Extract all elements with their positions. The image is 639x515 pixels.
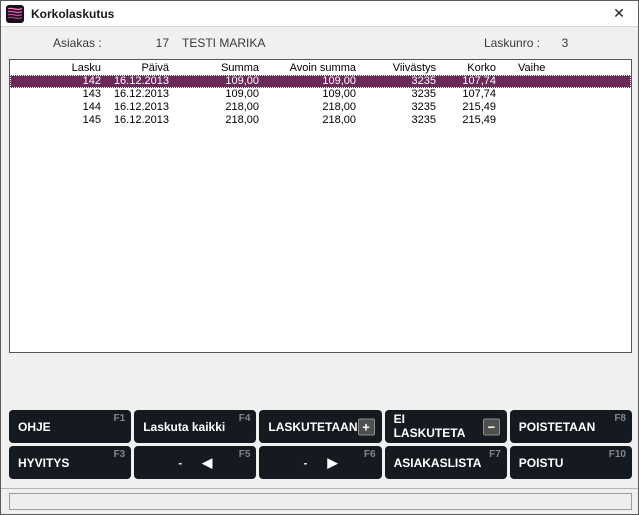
asiakas-label: Asiakas : (53, 36, 102, 50)
cell-lasku: 143 (10, 88, 105, 101)
left-arrow-icon: ◀ (202, 455, 212, 471)
fkey-label: F7 (489, 449, 501, 460)
ei-laskuteta-button[interactable]: EI LASKUTETA − (385, 410, 507, 443)
cell-avoin-summa: 218,00 (263, 114, 360, 127)
cell-lasku: 142 (10, 75, 105, 88)
right-arrow-icon: ▶ (327, 455, 337, 471)
cell-korko: 215,49 (440, 114, 500, 127)
cell-korko: 215,49 (440, 101, 500, 114)
fkey-label: F4 (239, 413, 251, 424)
cell-lasku: 144 (10, 101, 105, 114)
status-bar (9, 493, 632, 510)
button-label: EI LASKUTETA (394, 413, 472, 441)
col-korko: Korko (440, 61, 500, 75)
button-panel: OHJE F1 Laskuta kaikki F4 LASKUTETAAN + … (9, 410, 632, 479)
button-label: POISTU (519, 456, 564, 470)
fkey-label: F5 (239, 449, 251, 460)
cell-korko: 107,74 (440, 75, 500, 88)
ohje-button[interactable]: OHJE F1 (9, 410, 131, 443)
cell-paiva: 16.12.2013 (105, 88, 173, 101)
table-row[interactable]: 143 16.12.2013 109,00 109,00 3235 107,74 (10, 88, 631, 101)
table-row[interactable]: 144 16.12.2013 218,00 218,00 3235 215,49 (10, 101, 631, 114)
title-bar: Korkolaskutus ✕ (1, 1, 638, 27)
fkey-label: F8 (614, 413, 626, 424)
poistu-button[interactable]: POISTU F10 (510, 446, 632, 479)
next-button[interactable]: - ▶ F6 (259, 446, 381, 479)
cell-viivastys: 3235 (360, 75, 440, 88)
cell-summa: 218,00 (173, 101, 263, 114)
cell-korko: 107,74 (440, 88, 500, 101)
laskuta-kaikki-button[interactable]: Laskuta kaikki F4 (134, 410, 256, 443)
asiakas-number: 17 (131, 36, 169, 50)
korkolaskutus-window: Korkolaskutus ✕ Asiakas : 17 TESTI MARIK… (0, 0, 639, 515)
col-lasku: Lasku (10, 61, 105, 75)
cell-viivastys: 3235 (360, 101, 440, 114)
cell-viivastys: 3235 (360, 88, 440, 101)
laskutetaan-button[interactable]: LASKUTETAAN + (259, 410, 381, 443)
divider (1, 488, 638, 489)
fkey-label: F1 (114, 413, 126, 424)
poistetaan-button[interactable]: POISTETAAN F8 (510, 410, 632, 443)
window-title: Korkolaskutus (31, 7, 608, 21)
customer-header: Asiakas : 17 TESTI MARIKA Laskunro : 3 (1, 28, 638, 58)
fkey-label: F10 (609, 449, 626, 460)
asiakas-name: TESTI MARIKA (182, 36, 265, 50)
col-vaihe: Vaihe (500, 61, 631, 75)
cell-paiva: 16.12.2013 (105, 114, 173, 127)
cell-summa: 109,00 (173, 88, 263, 101)
button-label: OHJE (18, 420, 51, 434)
laskunro-value: 3 (553, 36, 577, 50)
cell-lasku: 145 (10, 114, 105, 127)
laskunro-label: Laskunro : (484, 36, 540, 50)
cell-summa: 109,00 (173, 75, 263, 88)
hyvitys-button[interactable]: HYVITYS F3 (9, 446, 131, 479)
button-label: POISTETAAN (519, 420, 595, 434)
previous-button[interactable]: - ◀ F5 (134, 446, 256, 479)
invoice-list-header: Lasku Päivä Summa Avoin summa Viivästys … (10, 61, 631, 75)
cell-avoin-summa: 109,00 (263, 88, 360, 101)
button-label: - (303, 456, 307, 470)
totals-area: Laskutuslisä : Korkojen summa : 646,46 L… (1, 353, 638, 409)
col-paiva: Päivä (105, 61, 173, 75)
cell-summa: 218,00 (173, 114, 263, 127)
cell-viivastys: 3235 (360, 114, 440, 127)
close-icon[interactable]: ✕ (608, 4, 630, 24)
cell-avoin-summa: 109,00 (263, 75, 360, 88)
col-avoin-summa: Avoin summa (263, 61, 360, 75)
cell-paiva: 16.12.2013 (105, 101, 173, 114)
table-row[interactable]: 145 16.12.2013 218,00 218,00 3235 215,49 (10, 114, 631, 127)
app-logo-icon (6, 5, 24, 23)
minus-icon: − (483, 418, 500, 435)
fkey-label: F6 (364, 449, 376, 460)
button-label: LASKUTETAAN (268, 420, 357, 434)
button-label: - (178, 456, 182, 470)
plus-icon: + (358, 418, 375, 435)
asiakaslista-button[interactable]: ASIAKASLISTA F7 (385, 446, 507, 479)
button-label: ASIAKASLISTA (394, 456, 482, 470)
fkey-label: F3 (114, 449, 126, 460)
button-label: Laskuta kaikki (143, 420, 225, 434)
invoice-list: Lasku Päivä Summa Avoin summa Viivästys … (9, 59, 632, 353)
button-label: HYVITYS (18, 456, 69, 470)
col-viivastys: Viivästys (360, 61, 440, 75)
col-summa: Summa (173, 61, 263, 75)
cell-avoin-summa: 218,00 (263, 101, 360, 114)
table-row[interactable]: 142 16.12.2013 109,00 109,00 3235 107,74 (10, 75, 631, 88)
cell-paiva: 16.12.2013 (105, 75, 173, 88)
